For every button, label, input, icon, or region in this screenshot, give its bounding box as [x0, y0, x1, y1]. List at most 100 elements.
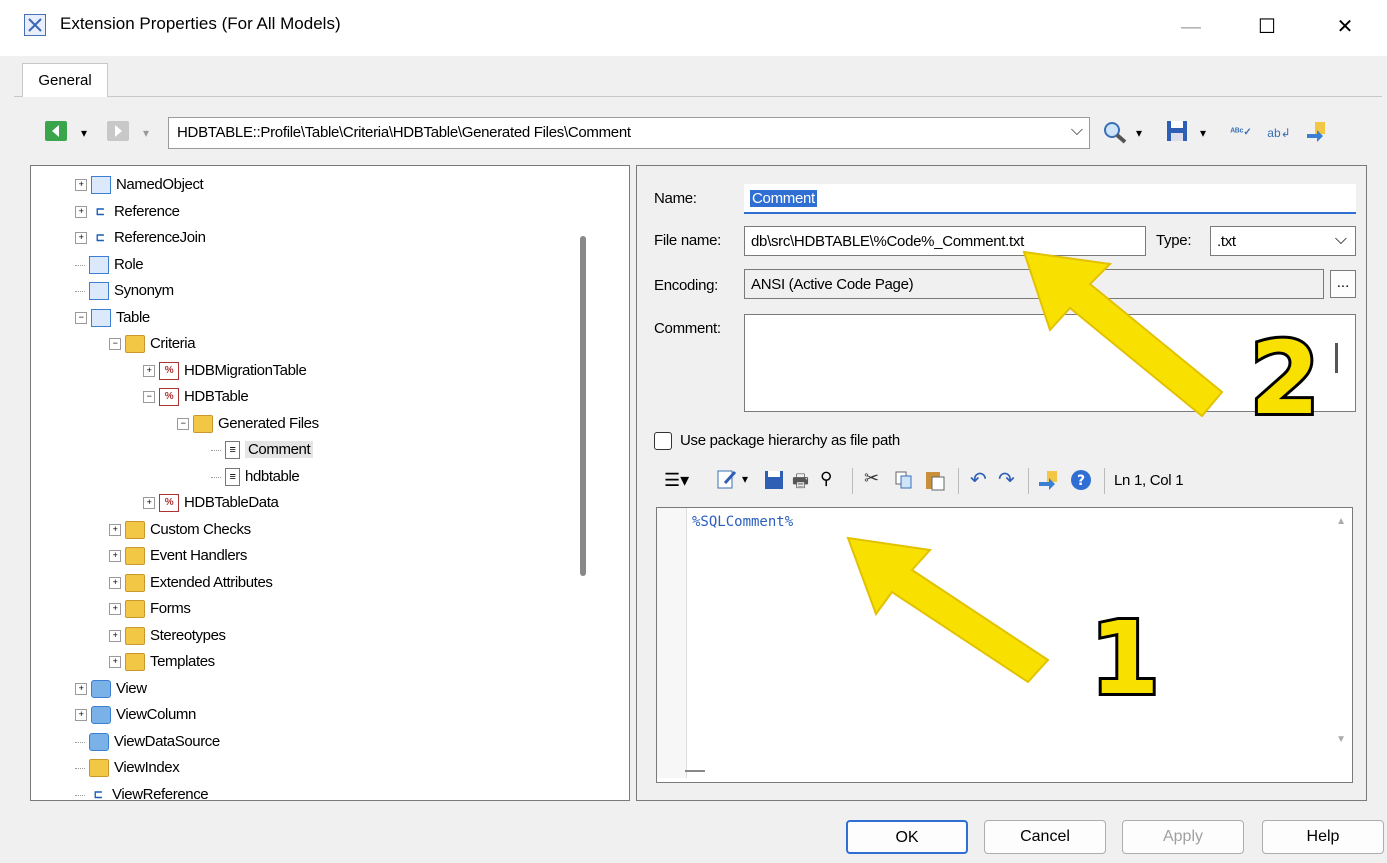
- comment-label: Comment:: [654, 320, 721, 337]
- tab-general[interactable]: General: [22, 63, 108, 97]
- expand-toggle[interactable]: +: [109, 603, 121, 616]
- tree-item[interactable]: + Stereotypes: [109, 623, 226, 649]
- tree-item[interactable]: ViewDataSource: [75, 729, 220, 755]
- type-select[interactable]: .txt ⌵: [1210, 226, 1356, 256]
- encoding-field[interactable]: ANSI (Active Code Page): [744, 269, 1324, 299]
- expand-toggle[interactable]: +: [75, 682, 87, 695]
- reference-icon: ⊏: [95, 232, 105, 245]
- expand-toggle[interactable]: +: [143, 497, 155, 510]
- edit-icon[interactable]: [716, 468, 738, 494]
- tree-item[interactable]: + Event Handlers: [109, 543, 247, 569]
- expand-toggle[interactable]: −: [143, 391, 155, 404]
- tree-item-label: Event Handlers: [150, 547, 247, 564]
- edit-dropdown-icon[interactable]: ▾: [742, 472, 748, 486]
- scroll-down-icon[interactable]: ▼: [1336, 734, 1346, 745]
- save-dropdown-icon[interactable]: ▾: [1196, 120, 1210, 146]
- paste-icon[interactable]: [924, 469, 946, 495]
- expand-toggle[interactable]: +: [75, 179, 87, 192]
- forward-arrow-icon[interactable]: [104, 120, 132, 146]
- tree-connector: [75, 793, 85, 796]
- type-value: .txt: [1217, 233, 1236, 250]
- path-combobox[interactable]: HDBTABLE::Profile\Table\Criteria\HDBTabl…: [168, 117, 1090, 149]
- maximize-button[interactable]: ☐: [1244, 10, 1290, 44]
- undo-icon[interactable]: ↶: [970, 467, 987, 492]
- tree-item[interactable]: ≡ hdbtable: [211, 464, 300, 490]
- find-icon[interactable]: [1100, 120, 1130, 146]
- binoculars-icon[interactable]: ⚲: [820, 469, 832, 489]
- tree-item[interactable]: + ⊏ Reference: [75, 199, 180, 225]
- horizontal-scroll-thumb[interactable]: [685, 770, 705, 772]
- expand-toggle[interactable]: −: [109, 338, 121, 351]
- insert-icon[interactable]: [1302, 120, 1332, 146]
- expand-toggle[interactable]: −: [177, 417, 189, 430]
- tree-scrollbar[interactable]: [580, 236, 586, 576]
- expand-toggle[interactable]: +: [109, 656, 121, 669]
- tree-item[interactable]: − Table: [75, 305, 150, 331]
- expand-toggle[interactable]: +: [109, 523, 121, 536]
- use-package-checkbox[interactable]: [654, 432, 672, 450]
- expand-toggle[interactable]: −: [75, 311, 87, 324]
- ok-button[interactable]: OK: [846, 820, 968, 854]
- expand-toggle[interactable]: +: [143, 364, 155, 377]
- minimize-button[interactable]: —: [1168, 10, 1214, 44]
- tree-item[interactable]: ⊏ ViewReference: [75, 782, 209, 800]
- tree-item[interactable]: − Generated Files: [177, 411, 319, 437]
- replace-icon[interactable]: ab↲: [1264, 120, 1294, 146]
- find-dropdown-icon[interactable]: ▾: [1132, 120, 1146, 146]
- help-button[interactable]: Help: [1262, 820, 1384, 854]
- tree-item[interactable]: + Custom Checks: [109, 517, 251, 543]
- tree-item[interactable]: + Templates: [109, 649, 215, 675]
- tree-view[interactable]: + NamedObject + ⊏ Reference + ⊏ ReferenceJoin Ro…: [30, 165, 630, 801]
- template-editor[interactable]: %SQLComment% ▲ ▼: [656, 507, 1353, 783]
- tree-item[interactable]: Synonym: [75, 278, 174, 304]
- tree-item-label: Templates: [150, 653, 215, 670]
- expand-toggle[interactable]: +: [75, 232, 87, 245]
- tree-item[interactable]: − Criteria: [109, 331, 196, 357]
- name-input[interactable]: Comment: [744, 184, 1356, 214]
- tree-item[interactable]: Role: [75, 252, 144, 278]
- tree-item[interactable]: ≡ Comment: [211, 437, 314, 463]
- spellcheck-icon[interactable]: ᴬᴮᶜ✓: [1226, 120, 1256, 146]
- tree-item[interactable]: + Forms: [109, 596, 191, 622]
- back-dropdown-icon[interactable]: ▾: [76, 120, 92, 146]
- tree-item[interactable]: +% HDBMigrationTable: [143, 358, 307, 384]
- help-icon[interactable]: ?: [1070, 469, 1092, 495]
- tree-item-label: View: [116, 679, 147, 697]
- forward-dropdown-icon[interactable]: ▾: [138, 120, 154, 146]
- filename-input[interactable]: db\src\HDBTABLE\%Code%_Comment.txt: [744, 226, 1146, 256]
- editor-menu-icon[interactable]: ☰▾: [664, 470, 689, 491]
- tree-item[interactable]: + ⊏ ReferenceJoin: [75, 225, 206, 251]
- folder-icon: [125, 573, 145, 592]
- expand-toggle[interactable]: +: [75, 709, 87, 722]
- filename-label: File name:: [654, 232, 722, 249]
- comment-scrollbar[interactable]: [1335, 343, 1338, 373]
- copy-icon[interactable]: [894, 470, 914, 494]
- tree-item-label: hdbtable: [245, 467, 300, 485]
- chevron-down-icon[interactable]: ⌵: [1071, 122, 1083, 140]
- expand-toggle[interactable]: +: [109, 550, 121, 563]
- tree-item[interactable]: + View: [75, 676, 147, 702]
- print-icon[interactable]: 🖶: [792, 469, 809, 499]
- redo-icon[interactable]: ↷: [998, 467, 1015, 492]
- scroll-up-icon[interactable]: ▲: [1336, 516, 1346, 527]
- tree-item[interactable]: −% HDBTable: [143, 384, 249, 410]
- editor-insert-icon[interactable]: [1038, 469, 1060, 495]
- expand-toggle[interactable]: +: [109, 629, 121, 642]
- tree-item[interactable]: +% HDBTableData: [143, 490, 279, 516]
- apply-button[interactable]: Apply: [1122, 820, 1244, 854]
- tree-item[interactable]: + Extended Attributes: [109, 570, 273, 596]
- back-arrow-icon[interactable]: [42, 120, 70, 146]
- criteria-icon: %: [159, 361, 179, 380]
- save-icon[interactable]: [1164, 120, 1190, 146]
- expand-toggle[interactable]: +: [109, 576, 121, 589]
- tree-item-label: Generated Files: [218, 414, 319, 432]
- expand-toggle[interactable]: +: [75, 205, 87, 218]
- cancel-button[interactable]: Cancel: [984, 820, 1106, 854]
- close-button[interactable]: ✕: [1322, 10, 1368, 44]
- tree-item[interactable]: + ViewColumn: [75, 702, 196, 728]
- encoding-browse-button[interactable]: ...: [1330, 270, 1356, 298]
- tree-item[interactable]: ViewIndex: [75, 755, 180, 781]
- tree-item[interactable]: + NamedObject: [75, 172, 204, 198]
- editor-save-icon[interactable]: [764, 470, 784, 494]
- cut-icon[interactable]: ✂: [864, 468, 879, 489]
